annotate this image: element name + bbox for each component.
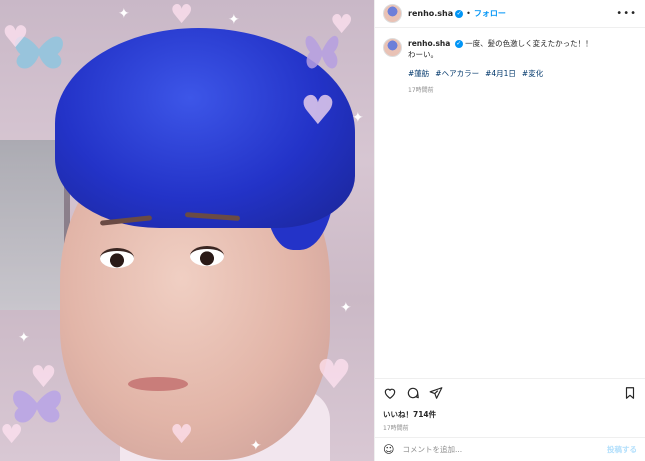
post-header: renho.sha ✓ • フォロー ••• — [375, 0, 645, 28]
sparkle-icon: ✦ — [228, 12, 240, 28]
heart-decoration-icon: ♥ — [0, 420, 24, 450]
avatar[interactable] — [383, 4, 402, 23]
verified-badge-icon: ✓ — [454, 40, 463, 48]
avatar[interactable] — [383, 38, 402, 57]
heart-decoration-icon: ♥ — [300, 88, 336, 134]
comment-input[interactable] — [402, 445, 607, 454]
bookmark-icon[interactable] — [623, 385, 637, 404]
follow-button[interactable]: フォロー — [474, 8, 506, 19]
like-count[interactable]: いいね！714件 — [383, 409, 637, 420]
sparkle-icon: ✦ — [250, 438, 262, 454]
likes-number: 714件 — [413, 410, 437, 419]
heart-icon[interactable] — [383, 385, 397, 404]
sparkle-icon: ✦ — [18, 330, 30, 346]
more-icon[interactable]: ••• — [616, 8, 637, 19]
verified-badge-icon: ✓ — [455, 9, 464, 18]
header-separator: • — [466, 9, 471, 18]
post-photo[interactable]: ♥ ♥ ♥ ♥ ♥ ♥ ♥ ♥ ✦ ✦ ✦ ✦ ✦ ✦ — [0, 0, 374, 461]
sparkle-icon: ✦ — [352, 110, 364, 126]
instagram-post: ♥ ♥ ♥ ♥ ♥ ♥ ♥ ♥ ✦ ✦ ✦ ✦ ✦ ✦ renho.sha ✓ … — [0, 0, 645, 461]
caption-timestamp: 17時間前 — [408, 87, 434, 94]
header-username[interactable]: renho.sha — [408, 9, 453, 18]
right-eye — [190, 246, 224, 266]
caption: renho.sha ✓ 一度、髪の色激しく変えたかった！！ わーい。 #蓮舫 #… — [375, 28, 645, 96]
action-bar: いいね！714件 17時間前 — [375, 378, 645, 432]
heart-decoration-icon: ♥ — [30, 360, 57, 395]
likes-prefix: いいね！ — [383, 410, 413, 419]
hashtag-link[interactable]: #4月1日 — [485, 68, 516, 79]
comment-icon[interactable] — [406, 385, 420, 404]
heart-decoration-icon: ♥ — [170, 420, 194, 450]
sparkle-icon: ✦ — [340, 300, 352, 316]
post-comment-button[interactable]: 投稿する — [607, 444, 637, 455]
left-eye — [100, 248, 134, 268]
emoji-icon[interactable]: ☺ — [383, 443, 394, 456]
hashtag-link[interactable]: #ヘアカラー — [435, 68, 479, 79]
sparkle-icon: ✦ — [118, 6, 130, 22]
hashtag-link[interactable]: #蓮舫 — [408, 68, 429, 79]
caption-text-line1: 一度、髪の色激しく変えたかった！！ — [465, 39, 593, 48]
heart-decoration-icon: ♥ — [316, 352, 352, 398]
heart-decoration-icon: ♥ — [170, 0, 194, 30]
heart-decoration-icon: ♥ — [330, 10, 354, 40]
hashtag-list: #蓮舫 #ヘアカラー #4月1日 #変化 — [408, 68, 593, 79]
share-icon[interactable] — [429, 385, 443, 404]
hashtag-link[interactable]: #変化 — [522, 68, 543, 79]
post-side-panel: renho.sha ✓ • フォロー ••• renho.sha ✓ 一度、髪の… — [374, 0, 645, 461]
caption-body: renho.sha ✓ 一度、髪の色激しく変えたかった！！ わーい。 #蓮舫 #… — [408, 38, 593, 96]
caption-text-line2: わーい。 — [408, 50, 438, 59]
post-timestamp: 17時間前 — [383, 425, 409, 432]
comment-box: ☺ 投稿する — [375, 437, 645, 461]
lips — [128, 377, 188, 391]
heart-decoration-icon: ♥ — [2, 20, 29, 55]
caption-username[interactable]: renho.sha — [408, 39, 450, 48]
